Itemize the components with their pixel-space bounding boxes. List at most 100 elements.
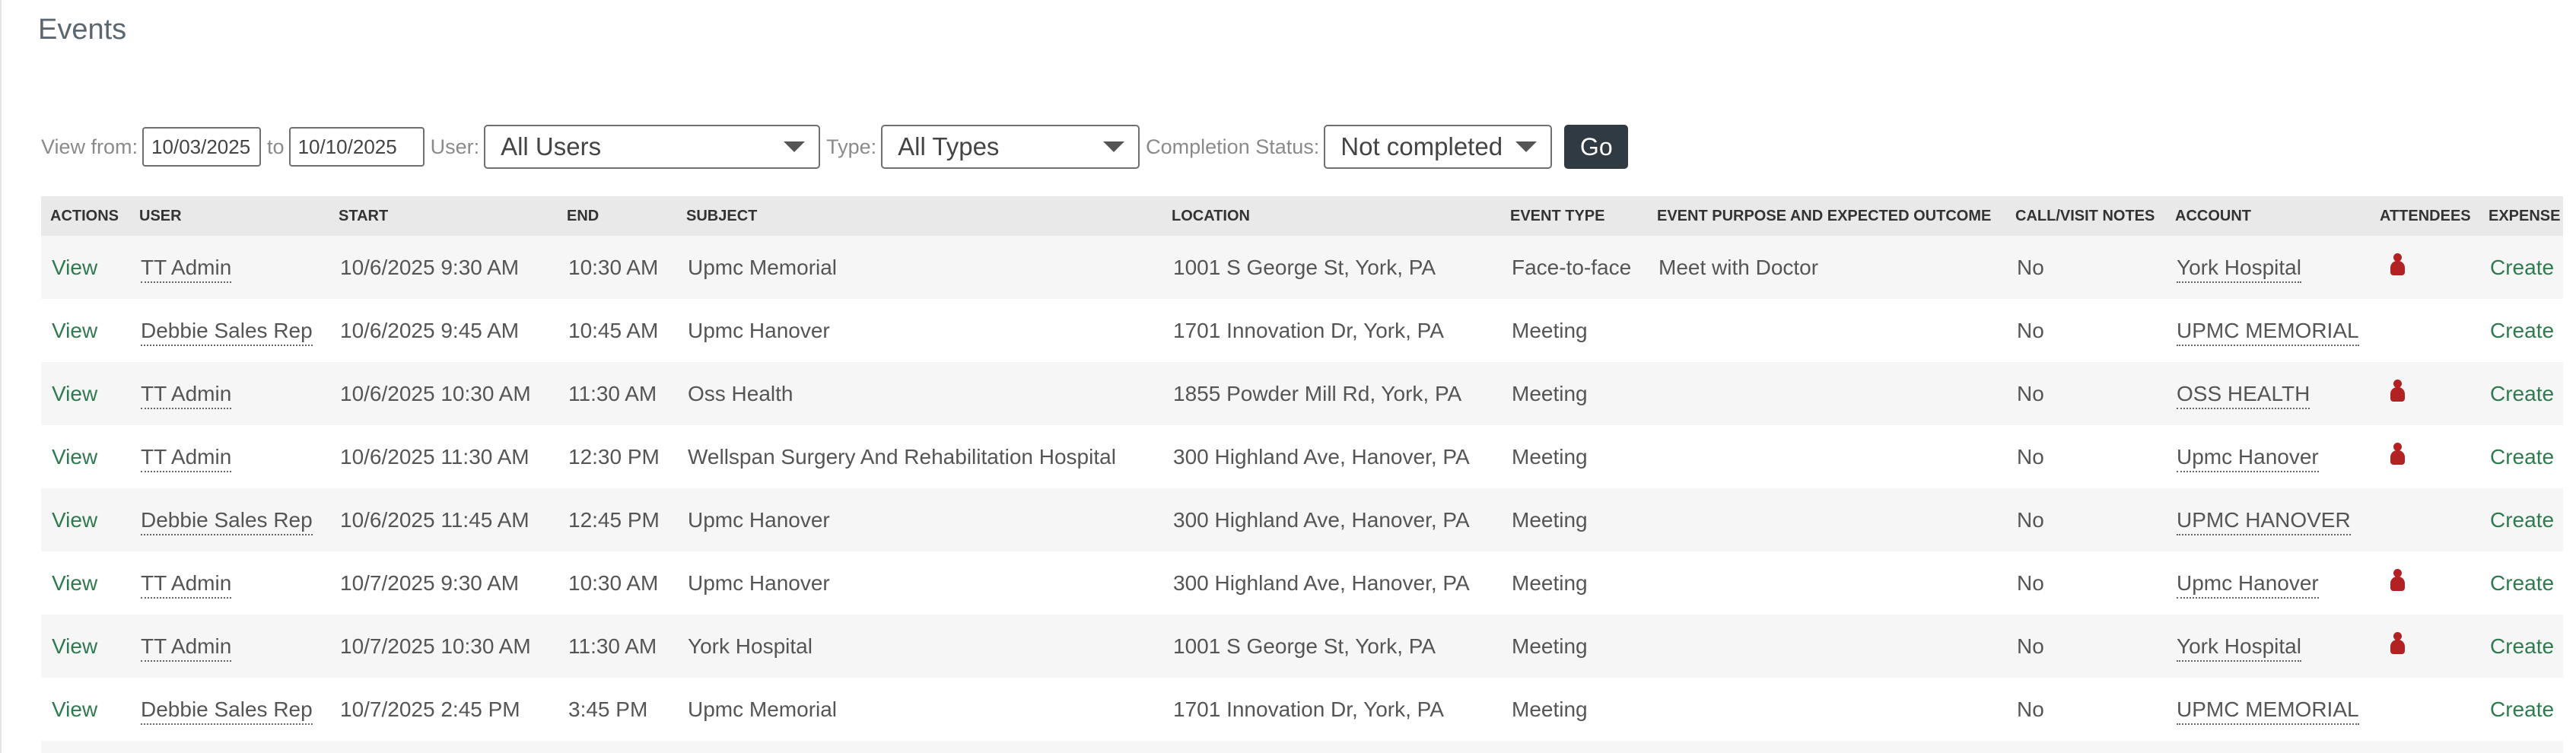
person-icon[interactable] [2389,632,2406,655]
page-title: Events [38,14,127,46]
end-cell: 3:45 PM [568,697,648,721]
user-link[interactable]: TT Admin [141,255,232,283]
type-select-value: All Types [898,132,1000,160]
event-type-cell: Meeting [1512,634,1588,658]
table-row: View TT Admin 10/7/2025 10:30 AM 11:30 A… [41,615,2563,678]
purpose-cell: Meet with Doctor [1658,255,1819,279]
person-icon[interactable] [2389,569,2406,592]
purpose-cell [1648,362,2006,425]
location-cell: 300 Highland Ave, Hanover, PA [1173,570,1470,595]
start-cell: 10/7/2025 9:30 AM [340,570,520,595]
attendees-cell [2371,488,2479,551]
event-type-cell: Meeting [1512,318,1588,342]
end-cell: 10:45 AM [568,318,659,342]
to-date-input[interactable] [288,127,425,167]
create-expense-link[interactable]: Create [2490,256,2554,279]
attendees-cell [2371,678,2479,741]
view-link[interactable]: View [52,382,97,405]
attendees-cell [2371,425,2479,488]
view-link[interactable]: View [52,508,97,532]
start-cell: 10/6/2025 10:30 AM [340,381,531,405]
create-expense-link[interactable]: Create [2490,319,2554,342]
account-link[interactable]: UPMC MEMORIAL [2177,697,2359,725]
chevron-down-icon [784,141,806,152]
view-link[interactable]: View [52,319,97,342]
user-link[interactable]: TT Admin [141,634,232,662]
to-label: to [267,135,285,158]
notes-cell: No [2017,381,2044,405]
view-link[interactable]: View [52,634,97,658]
column-header-account[interactable]: ACCOUNT [2166,196,2371,236]
account-link[interactable]: York Hospital [2177,634,2301,662]
subject-cell: York Hospital [688,634,813,658]
user-link[interactable]: TT Admin [141,570,232,599]
account-link[interactable]: UPMC HANOVER [2177,507,2351,535]
event-type-cell: Face-to-face [1512,255,1632,279]
create-expense-link[interactable]: Create [2490,571,2554,595]
column-header-purpose[interactable]: EVENT PURPOSE AND EXPECTED OUTCOME [1648,196,2006,236]
person-icon[interactable] [2389,253,2406,276]
notes-cell: No [2017,697,2044,721]
column-header-notes[interactable]: CALL/VISIT NOTES [2006,196,2166,236]
from-date-input[interactable] [142,127,262,167]
user-link[interactable]: Debbie Sales Rep [141,697,313,725]
account-link[interactable]: OSS HEALTH [2177,381,2310,409]
create-expense-link[interactable]: Create [2490,508,2554,532]
purpose-cell [1648,551,2006,615]
location-cell: 1701 Innovation Dr, York, PA [1173,697,1444,721]
start-cell: 10/6/2025 11:45 AM [340,507,530,532]
location-cell: 300 Highland Ave, Hanover, PA [1173,507,1470,532]
view-link[interactable]: View [52,256,97,279]
chevron-down-icon [1515,141,1538,152]
account-link[interactable]: Upmc Hanover [2177,444,2319,472]
purpose-cell [1648,299,2006,362]
event-type-cell: Meeting [1512,697,1588,721]
event-type-cell: Meeting [1512,444,1588,469]
attendees-cell [2371,236,2479,299]
purpose-cell [1648,425,2006,488]
end-cell: 10:30 AM [568,255,659,279]
purpose-cell [1648,615,2006,678]
column-header-end[interactable]: END [558,196,677,236]
column-header-event-type[interactable]: EVENT TYPE [1501,196,1648,236]
view-link[interactable]: View [52,571,97,595]
notes-cell: No [2017,444,2044,469]
user-select[interactable]: All Users [484,125,821,169]
table-row: View Debbie Sales Rep 10/6/2025 9:45 AM … [41,299,2563,362]
create-expense-link[interactable]: Create [2490,634,2554,658]
user-link[interactable]: Debbie Sales Rep [141,318,313,346]
type-select[interactable]: All Types [881,125,1140,169]
create-expense-link[interactable]: Create [2490,445,2554,469]
completion-status-select[interactable]: Not completed [1324,125,1553,169]
location-cell: 300 Highland Ave, Hanover, PA [1173,444,1470,469]
go-button[interactable]: Go [1564,125,1629,169]
user-link[interactable]: TT Admin [141,444,232,472]
person-icon[interactable] [2389,443,2406,465]
table-row: View TT Admin 10/7/2025 9:30 AM 10:30 AM… [41,551,2563,615]
column-header-location[interactable]: LOCATION [1162,196,1501,236]
create-expense-link[interactable]: Create [2490,382,2554,405]
column-header-start[interactable]: START [329,196,558,236]
column-header-subject[interactable]: SUBJECT [677,196,1162,236]
user-link[interactable]: Debbie Sales Rep [141,507,313,535]
person-icon[interactable] [2389,380,2406,402]
attendees-cell [2371,551,2479,615]
account-link[interactable]: Upmc Hanover [2177,570,2319,599]
table-row: View TT Admin 10/6/2025 11:30 AM 12:30 P… [41,425,2563,488]
subject-cell: Oss Health [688,381,793,405]
completion-status-label: Completion Status: [1146,135,1320,158]
table-row: View TT Admin 10/6/2025 10:30 AM 11:30 A… [41,362,2563,425]
view-link[interactable]: View [52,445,97,469]
table-row: View Debbie Sales Rep 10/7/2025 2:45 PM … [41,678,2563,741]
location-cell: 1855 Powder Mill Rd, York, PA [1173,381,1462,405]
notes-cell: No [2017,634,2044,658]
column-header-user[interactable]: USER [130,196,329,236]
user-link[interactable]: TT Admin [141,381,232,409]
account-link[interactable]: York Hospital [2177,255,2301,283]
start-cell: 10/6/2025 11:30 AM [340,444,530,469]
create-expense-link[interactable]: Create [2490,697,2554,721]
attendees-cell [2371,615,2479,678]
filter-bar: View from: to User: All Users Type: All … [41,125,1629,169]
view-link[interactable]: View [52,697,97,721]
account-link[interactable]: UPMC MEMORIAL [2177,318,2359,346]
